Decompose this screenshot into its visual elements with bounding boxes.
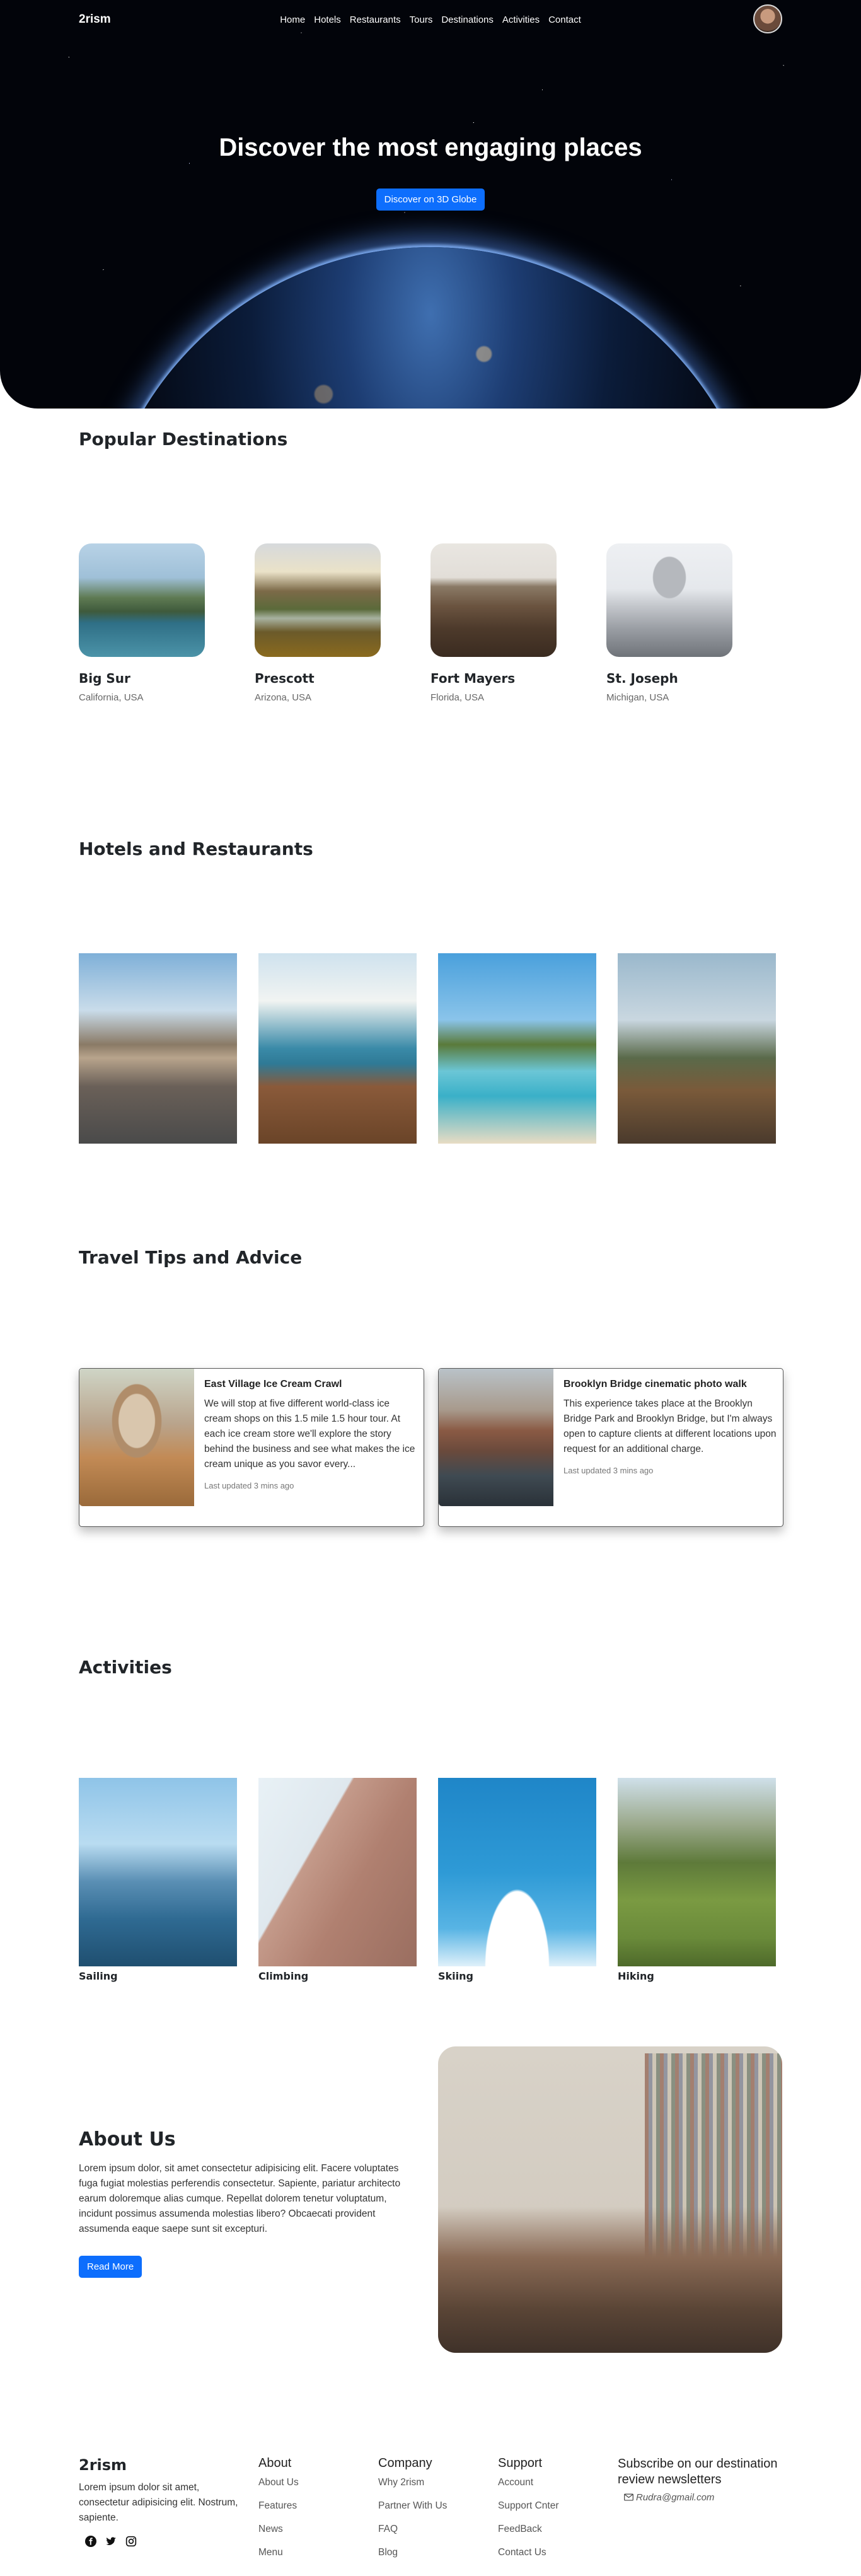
earth-globe-image bbox=[96, 247, 765, 409]
nav-link-activities[interactable]: Activities bbox=[502, 15, 540, 25]
destination-photo bbox=[430, 543, 557, 657]
destination-card-st-joseph[interactable]: St. Joseph Michigan, USA bbox=[606, 543, 732, 703]
newsletter-email-input[interactable] bbox=[636, 2492, 775, 2503]
footer-link[interactable]: News bbox=[258, 2524, 299, 2535]
tip-title: East Village Ice Cream Crawl bbox=[204, 1379, 342, 1390]
footer-link[interactable]: Menu bbox=[258, 2547, 299, 2558]
nav-links: Home Hotels Restaurants Tours Destinatio… bbox=[280, 15, 581, 25]
tip-card-brooklyn-bridge[interactable]: Brooklyn Bridge cinematic photo walk Thi… bbox=[438, 1368, 783, 1527]
nav-link-tours[interactable]: Tours bbox=[410, 15, 433, 25]
footer-brand: 2rism bbox=[79, 2456, 127, 2474]
activity-card-hiking[interactable]: Hiking bbox=[618, 1778, 776, 1982]
newsletter-title: Subscribe on our destination review news… bbox=[618, 2457, 778, 2486]
nav-link-restaurants[interactable]: Restaurants bbox=[350, 15, 401, 25]
newsletter-input-group bbox=[618, 2492, 800, 2503]
footer-link[interactable]: Support Cnter bbox=[498, 2500, 559, 2512]
footer-link[interactable]: Why 2rism bbox=[378, 2477, 447, 2488]
destination-card-big-sur[interactable]: Big Sur California, USA bbox=[79, 543, 205, 703]
destination-card-fort-mayers[interactable]: Fort Mayers Florida, USA bbox=[430, 543, 557, 703]
footer-link[interactable]: Blog bbox=[378, 2547, 447, 2558]
activity-photo bbox=[258, 1778, 417, 1966]
facebook-icon[interactable] bbox=[85, 2536, 96, 2547]
hotels-title: Hotels and Restaurants bbox=[79, 838, 313, 859]
footer-column-company: Company Why 2rism Partner With Us FAQ Bl… bbox=[378, 2456, 447, 2570]
instagram-icon[interactable] bbox=[125, 2536, 137, 2547]
tip-text: This experience takes place at the Brook… bbox=[563, 1398, 777, 1455]
about-text: Lorem ipsum dolor, sit amet consectetur … bbox=[79, 2163, 401, 2235]
hotel-photo-palm-resort[interactable] bbox=[618, 953, 776, 1144]
destination-name: Fort Mayers bbox=[430, 671, 516, 686]
envelope-icon bbox=[624, 2492, 633, 2503]
nav-link-home[interactable]: Home bbox=[280, 15, 305, 25]
tip-photo bbox=[79, 1369, 194, 1506]
tip-body: Brooklyn Bridge cinematic photo walk Thi… bbox=[563, 1379, 778, 1475]
footer-description: Lorem ipsum dolor sit amet, consectetur … bbox=[79, 2482, 238, 2524]
top-navbar: 2rism Home Hotels Restaurants Tours Dest… bbox=[0, 0, 861, 39]
activity-label: Skiing bbox=[438, 1970, 473, 1982]
destination-location: Florida, USA bbox=[430, 692, 485, 703]
activities-title: Activities bbox=[79, 1657, 172, 1678]
activity-card-sailing[interactable]: Sailing bbox=[79, 1778, 237, 1982]
newsletter-subscribe: Subscribe on our destination review news… bbox=[618, 2456, 800, 2503]
footer-column-title: Company bbox=[378, 2456, 432, 2470]
destinations-title: Popular Destinations bbox=[79, 429, 288, 450]
hotel-photo-pool-deck[interactable] bbox=[258, 953, 417, 1144]
footer-link[interactable]: Account bbox=[498, 2477, 559, 2488]
footer-column-about: About About Us Features News Menu bbox=[258, 2456, 299, 2570]
tip-text: We will stop at five different world-cla… bbox=[204, 1398, 415, 1470]
activity-label: Sailing bbox=[79, 1970, 118, 1982]
footer-column-support: Support Account Support Cnter FeedBack C… bbox=[498, 2456, 559, 2570]
activity-card-skiing[interactable]: Skiing bbox=[438, 1778, 596, 1982]
footer-link[interactable]: FAQ bbox=[378, 2524, 447, 2535]
footer-link[interactable]: Partner With Us bbox=[378, 2500, 447, 2512]
destination-name: St. Joseph bbox=[606, 671, 678, 686]
footer-column-title: About bbox=[258, 2456, 292, 2470]
destination-location: Michigan, USA bbox=[606, 692, 669, 703]
destination-location: Arizona, USA bbox=[255, 692, 312, 703]
activity-card-climbing[interactable]: Climbing bbox=[258, 1778, 417, 1982]
destination-photo bbox=[606, 543, 732, 657]
read-more-button[interactable]: Read More bbox=[79, 2256, 142, 2278]
activity-label: Hiking bbox=[618, 1970, 654, 1982]
destination-name: Big Sur bbox=[79, 671, 130, 686]
hotel-photo-resort-pool[interactable] bbox=[438, 953, 596, 1144]
tip-updated: Last updated 3 mins ago bbox=[563, 1466, 654, 1476]
hero-section: 2rism Home Hotels Restaurants Tours Dest… bbox=[0, 0, 861, 409]
destination-photo bbox=[79, 543, 205, 657]
destination-location: California, USA bbox=[79, 692, 144, 703]
tip-body: East Village Ice Cream Crawl We will sto… bbox=[204, 1379, 419, 1490]
nav-link-destinations[interactable]: Destinations bbox=[441, 15, 494, 25]
user-avatar[interactable] bbox=[753, 4, 782, 33]
tip-photo bbox=[439, 1369, 553, 1506]
activity-photo bbox=[79, 1778, 237, 1966]
discover-globe-button[interactable]: Discover on 3D Globe bbox=[376, 189, 485, 211]
nav-link-hotels[interactable]: Hotels bbox=[314, 15, 341, 25]
brand-logo[interactable]: 2rism bbox=[79, 13, 111, 26]
tips-title: Travel Tips and Advice bbox=[79, 1247, 303, 1268]
footer-link[interactable]: About Us bbox=[258, 2477, 299, 2488]
about-team-people bbox=[438, 2207, 782, 2353]
tip-title: Brooklyn Bridge cinematic photo walk bbox=[563, 1379, 747, 1390]
about-title: About Us bbox=[79, 2128, 176, 2150]
hotel-photo-terrace[interactable] bbox=[79, 953, 237, 1144]
footer-link[interactable]: Features bbox=[258, 2500, 299, 2512]
nav-link-contact[interactable]: Contact bbox=[548, 15, 581, 25]
activity-label: Climbing bbox=[258, 1970, 309, 1982]
destination-card-prescott[interactable]: Prescott Arizona, USA bbox=[255, 543, 381, 703]
activity-photo bbox=[618, 1778, 776, 1966]
hero-title: Discover the most engaging places bbox=[219, 134, 642, 161]
tip-updated: Last updated 3 mins ago bbox=[204, 1481, 294, 1491]
tip-card-ice-cream[interactable]: East Village Ice Cream Crawl We will sto… bbox=[79, 1368, 424, 1527]
twitter-icon[interactable] bbox=[105, 2536, 117, 2547]
footer-link[interactable]: FeedBack bbox=[498, 2524, 559, 2535]
destination-name: Prescott bbox=[255, 671, 315, 686]
destination-photo bbox=[255, 543, 381, 657]
footer-column-title: Support bbox=[498, 2456, 543, 2470]
activity-photo bbox=[438, 1778, 596, 1966]
hero-content: Discover the most engaging places Discov… bbox=[0, 134, 861, 211]
social-links bbox=[85, 2536, 137, 2547]
footer-link[interactable]: Contact Us bbox=[498, 2547, 559, 2558]
